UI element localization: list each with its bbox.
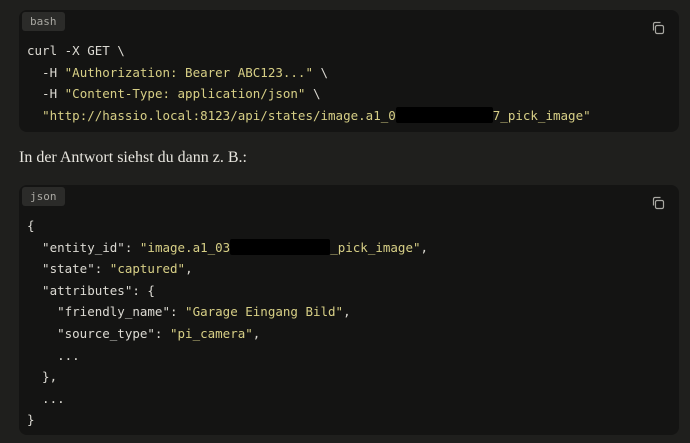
code-line: ...	[27, 347, 80, 363]
code-line: {	[27, 218, 35, 233]
code-line: ...	[27, 390, 65, 406]
code-token: "entity_id":	[27, 239, 140, 255]
string-token: _pick_image"	[330, 239, 421, 255]
string-token: "http://hassio.local:8123/api/states/ima…	[42, 108, 396, 124]
redaction-bar	[230, 238, 331, 255]
paragraph-text: In der Antwort siehst du dann z. B.:	[19, 149, 247, 166]
string-token: "Content-Type: application/json"	[64, 86, 306, 102]
string-token: "Authorization: Bearer ABC123..."	[64, 64, 313, 80]
code-token: "friendly_name":	[27, 304, 186, 320]
code-token: -H	[27, 64, 65, 80]
code-line: "attributes": {	[27, 282, 155, 298]
code-token: ,	[185, 261, 193, 277]
string-token: "captured"	[109, 261, 186, 277]
bash-code-block: bash curl -X GET \ -H "Authorization: Be…	[19, 10, 679, 132]
code-line: curl -X GET \	[27, 43, 125, 58]
string-token: "pi_camera"	[170, 325, 253, 341]
code-token: "state":	[27, 261, 110, 277]
code-token: \	[313, 64, 329, 80]
code-token: -H	[27, 86, 65, 102]
code-token: ,	[343, 304, 351, 320]
string-token: 7_pick_image"	[492, 108, 591, 124]
code-line: },	[27, 369, 58, 385]
code-content: curl -X GET \ -H "Authorization: Bearer …	[27, 40, 591, 127]
string-token: "image.a1_03	[139, 239, 231, 255]
code-line: }	[27, 412, 35, 428]
code-token: \	[305, 86, 321, 102]
copy-icon[interactable]	[651, 196, 665, 210]
string-token: "Garage Eingang Bild"	[185, 304, 344, 320]
code-token: ,	[420, 239, 429, 255]
copy-icon[interactable]	[651, 21, 665, 35]
redaction-bar	[395, 107, 493, 124]
code-token: ,	[252, 325, 261, 341]
code-content: { "entity_id": "image.a1_03 _pick_image",…	[27, 215, 428, 431]
json-code-block: json { "entity_id": "image.a1_03 _pick_im…	[19, 185, 679, 435]
language-tag: json	[22, 187, 65, 206]
code-token: "source_type":	[27, 325, 170, 341]
language-tag: bash	[22, 12, 65, 31]
